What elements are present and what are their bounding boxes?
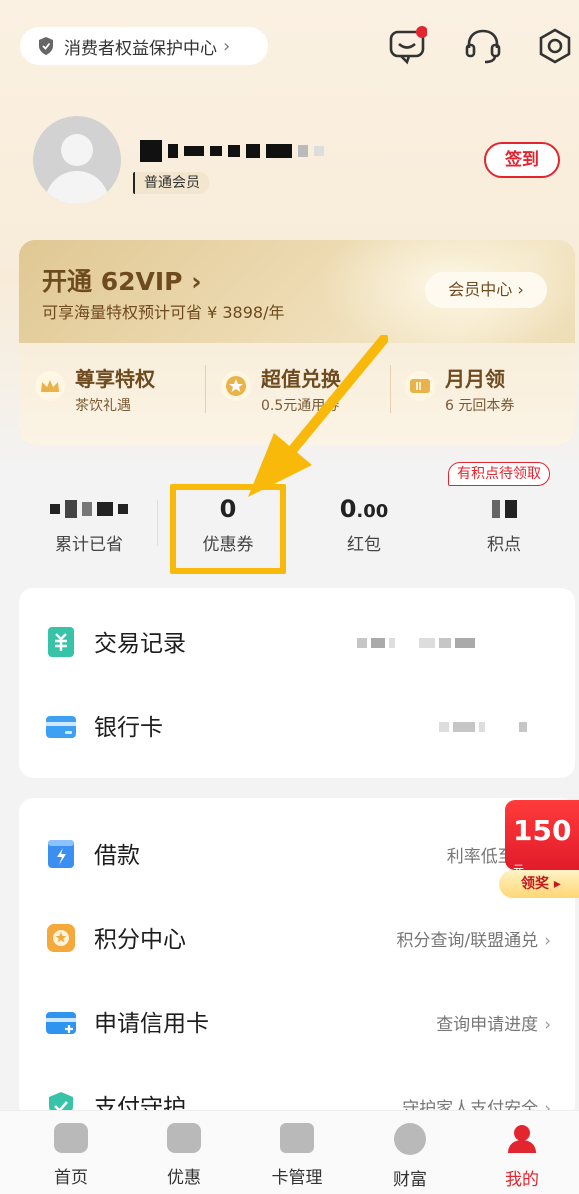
points-icon (47, 924, 75, 952)
discount-icon (167, 1123, 201, 1153)
chevron-right-icon: › (223, 35, 231, 57)
headset-icon[interactable] (463, 26, 503, 66)
menu-item-bank-cards[interactable]: 银行卡 (19, 684, 575, 768)
prize-promo-badge[interactable]: 150元 领奖 ▸ (499, 800, 579, 898)
settings-icon[interactable] (535, 26, 575, 66)
nav-discount[interactable]: 优惠 (134, 1123, 234, 1188)
stat-saved[interactable]: 累计已省 (29, 492, 149, 555)
chevron-right-icon: › (544, 1015, 551, 1035)
credit-card-icon (46, 1012, 76, 1034)
claim-prize-button[interactable]: 领奖 ▸ (499, 870, 579, 898)
chevron-right-icon: › (544, 931, 551, 951)
checkin-button[interactable]: 签到 (484, 142, 560, 178)
services-menu-card: 借款 利率低至 3 积分中心 积分查询/联盟通兑 › 申请信用卡 查询申请进度 › (19, 798, 575, 1118)
vip-title[interactable]: 开通 62VIP › (42, 262, 202, 298)
avatar[interactable] (33, 116, 121, 204)
crown-icon (35, 371, 65, 401)
ticket-icon (405, 371, 435, 401)
wealth-icon (394, 1123, 426, 1155)
home-icon (54, 1123, 88, 1153)
vip-subtitle: 可享海量特权预计可省 ¥ 3898/年 (42, 303, 285, 322)
bottom-navigation: 首页 优惠 卡管理 财富 我的 (0, 1110, 579, 1194)
notification-dot (416, 26, 427, 38)
consumer-protection-label: 消费者权益保护中心 (64, 38, 217, 59)
nav-wealth[interactable]: 财富 (360, 1123, 460, 1190)
chevron-right-icon: › (191, 267, 202, 296)
points-pending-badge[interactable]: 有积点待领取 (448, 462, 550, 486)
stat-points[interactable]: 积点 (444, 492, 564, 555)
nav-home[interactable]: 首页 (21, 1123, 121, 1188)
me-icon (508, 1125, 536, 1153)
promo-amount: 150 (513, 814, 572, 847)
member-level-tag: 普通会员 (133, 172, 209, 194)
app-screen: 消费者权益保护中心 › 普通会员 签到 开通 62VIP › 可享海量特权预计可… (0, 0, 579, 1194)
nav-me[interactable]: 我的 (472, 1123, 572, 1190)
username-masked (140, 140, 324, 162)
pointer-arrow-icon (248, 335, 388, 497)
card-manage-icon (280, 1123, 314, 1153)
chevron-right-icon: › (517, 280, 524, 299)
account-menu-card: 交易记录 银行卡 (19, 588, 575, 778)
receipt-icon (48, 627, 74, 657)
message-icon[interactable] (387, 26, 427, 66)
bank-card-icon (46, 716, 76, 738)
menu-item-loan[interactable]: 借款 利率低至 3 (19, 812, 575, 896)
menu-item-transactions[interactable]: 交易记录 (19, 600, 575, 684)
loan-icon (48, 840, 74, 868)
menu-item-credit-card-apply[interactable]: 申请信用卡 查询申请进度 › (19, 980, 575, 1064)
menu-item-points-center[interactable]: 积分中心 积分查询/联盟通兑 › (19, 896, 575, 980)
consumer-protection-button[interactable]: 消费者权益保护中心 › (20, 27, 268, 65)
nav-card-manage[interactable]: 卡管理 (247, 1123, 347, 1188)
shield-icon (39, 37, 53, 55)
member-center-button[interactable]: 会员中心 › (425, 272, 547, 308)
